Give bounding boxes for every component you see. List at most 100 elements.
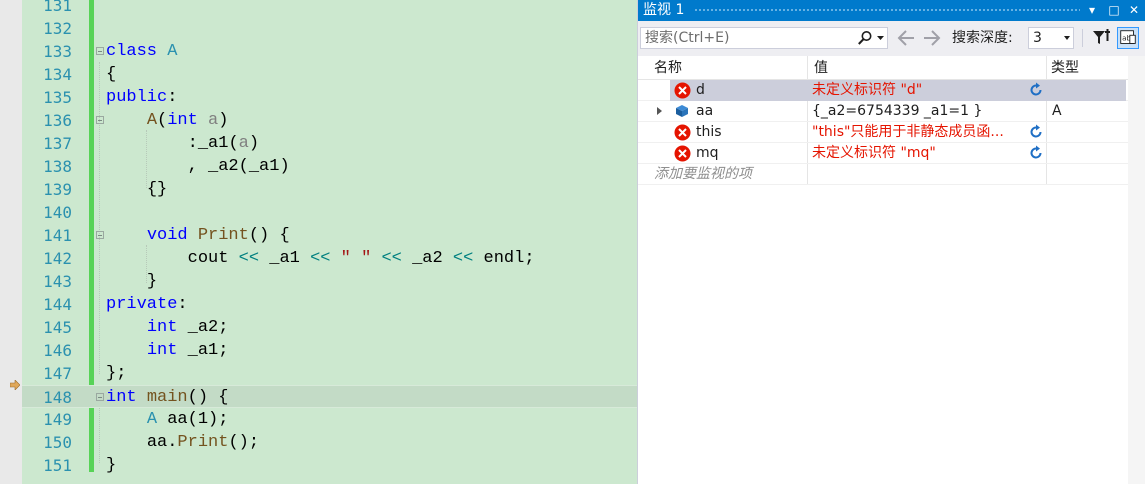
watch-title-bar[interactable]: 监视 1 ▾ □ ✕ [638,0,1145,21]
code-editor[interactable]: 131 132 133 class A 134{135 public: 136 A(int … [0,0,637,484]
code-token: : [167,88,178,107]
expand-arrow-icon[interactable] [657,107,662,115]
search-next-icon[interactable] [922,27,942,49]
code-text[interactable]: } [106,454,116,477]
code-text[interactable]: void Print() { [106,224,290,247]
code-line[interactable]: 133 class A [22,40,637,63]
watch-row[interactable]: this "this"只能用于非静态成员函... [638,122,1128,143]
line-number: 149 [43,410,72,429]
watch-value[interactable]: 未定义标识符 "d" [812,80,1022,101]
collapse-icon[interactable] [96,231,104,239]
code-line[interactable]: 137 :_a1(a) [22,132,637,155]
collapse-icon[interactable] [96,47,104,55]
code-line[interactable]: 131 [22,0,637,17]
code-line[interactable]: 146 int _a1; [22,339,637,362]
watch-name[interactable]: aa [696,101,713,122]
code-line[interactable]: 139 {} [22,178,637,201]
search-input[interactable] [645,29,845,47]
watch-row[interactable]: mq 未定义标识符 "mq" [638,143,1128,164]
code-token: } [146,272,158,291]
add-watch-row[interactable]: 添加要监视的项 [638,164,1128,185]
line-number: 151 [43,456,72,475]
code-line[interactable]: 143 } [22,270,637,293]
code-text[interactable]: int _a2; [106,316,229,339]
code-line[interactable]: 138 , _a2(_a1) [22,155,637,178]
line-number: 136 [43,111,72,130]
code-text[interactable]: { [106,63,116,86]
watch-value[interactable]: "this"只能用于非静态成员函... [812,122,1022,143]
code-line[interactable]: 151} [22,454,637,477]
search-previous-icon[interactable] [896,27,916,49]
code-text[interactable]: A(int a) [106,109,229,132]
collapse-icon[interactable] [96,116,104,124]
watch-toolbar: 搜索深度: 3 ab [638,21,1145,56]
hex-display-icon[interactable]: ab [1117,27,1139,49]
code-text[interactable]: A aa(1); [106,408,229,431]
code-line[interactable]: 145 int _a2; [22,316,637,339]
code-text[interactable]: }; [106,362,126,385]
code-line[interactable]: 150 aa.Print(); [22,431,637,454]
code-token: () [187,388,209,407]
watch-name[interactable]: d [696,80,705,101]
line-number: 133 [43,42,72,61]
code-text[interactable]: :_a1(a) [106,132,259,155]
watch-row[interactable]: aa {_a2=6754339 _a1=1 } A [638,101,1128,122]
filter-pin-icon[interactable] [1090,27,1112,49]
refresh-icon[interactable] [1028,145,1044,161]
code-text[interactable]: {} [106,178,167,201]
code-line[interactable]: 148 int main() { [22,385,637,408]
code-token: A [146,410,158,429]
watch-row[interactable]: d 未定义标识符 "d" [638,80,1128,101]
watch-value[interactable]: {_a2=6754339 _a1=1 } [812,101,1022,122]
line-number: 132 [43,19,72,38]
refresh-icon[interactable] [1028,124,1044,140]
code-line[interactable]: 144 private: [22,293,637,316]
code-token: (); [228,433,260,452]
code-token: , [187,157,198,176]
watch-title: 监视 1 [643,2,685,18]
code-line[interactable]: 135 public: [22,86,637,109]
code-text[interactable]: private: [106,293,188,316]
add-watch-placeholder[interactable]: 添加要监视的项 [654,164,752,185]
code-token: : [177,295,188,314]
code-token: void [146,226,188,245]
code-text[interactable]: cout << _a1 << " " << _a2 << endl; [106,247,535,270]
code-text[interactable]: public: [106,86,177,109]
code-text[interactable]: class A [106,40,177,63]
code-text[interactable]: } [106,270,157,293]
search-depth-label: 搜索深度: [952,30,1013,46]
search-depth-dropdown[interactable]: 3 [1028,27,1074,49]
code-token: Print [177,433,229,452]
search-icon[interactable] [857,30,873,46]
refresh-icon[interactable] [1028,82,1044,98]
watch-name[interactable]: this [696,122,722,143]
code-line[interactable]: 147}; [22,362,637,385]
column-header-type[interactable]: 类型 [1051,56,1079,80]
code-token: " " [340,249,372,268]
watch-name[interactable]: mq [696,143,719,164]
close-button[interactable]: ✕ [1124,0,1144,21]
vertical-scrollbar[interactable] [1128,56,1145,484]
code-line[interactable]: 142 cout << _a1 << " " << _a2 << endl; [22,247,637,270]
code-line[interactable]: 149 A aa(1); [22,408,637,431]
code-text[interactable]: int main() { [106,386,228,409]
watch-value[interactable]: 未定义标识符 "mq" [812,143,1022,164]
code-line[interactable]: 134 { [22,63,637,86]
column-header-value[interactable]: 值 [814,56,828,80]
code-line[interactable]: 141 void Print() { [22,224,637,247]
column-header-name[interactable]: 名称 [654,56,682,80]
search-box[interactable] [640,27,888,49]
code-text[interactable]: aa.Print(); [106,431,259,454]
collapse-icon[interactable] [96,393,104,401]
code-token: int [146,318,178,337]
code-token: aa [146,433,168,452]
code-line[interactable]: 140 [22,201,637,224]
window-menu-button[interactable]: ▾ [1082,0,1102,21]
code-text[interactable]: , _a2(_a1) [106,155,290,178]
chevron-down-icon[interactable] [877,36,885,42]
maximize-button[interactable]: □ [1104,0,1124,21]
code-line[interactable]: 136 A(int a) [22,109,637,132]
code-line[interactable]: 132 [22,17,637,40]
indicator-margin[interactable] [0,0,22,484]
code-text[interactable]: int _a1; [106,339,229,362]
